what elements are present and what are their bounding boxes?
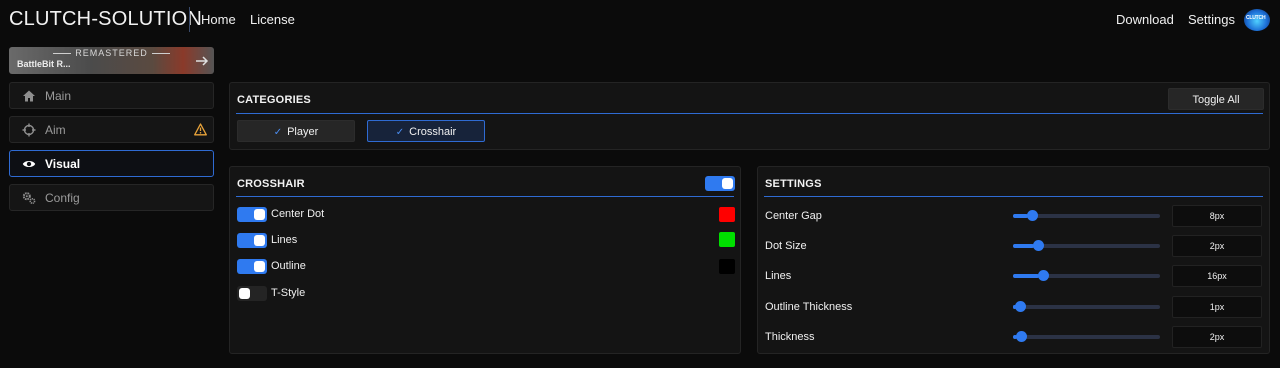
- center-gap-value[interactable]: 8px: [1172, 205, 1262, 227]
- center-dot-toggle[interactable]: [237, 207, 267, 222]
- check-icon: ✓: [395, 127, 405, 138]
- sidebar-item-label: Config: [45, 191, 80, 205]
- toggle-knob: [239, 288, 250, 299]
- dot-size-value[interactable]: 2px: [1172, 235, 1262, 257]
- slider-thumb[interactable]: [1026, 210, 1038, 221]
- slider-fill: [1013, 274, 1040, 278]
- toggle-knob: [722, 178, 733, 189]
- outline-color-swatch[interactable]: [719, 259, 735, 274]
- toggle-knob: [254, 209, 265, 220]
- toggle-knob: [254, 261, 265, 272]
- outline-label: Outline: [271, 260, 306, 272]
- slider-thumb[interactable]: [1038, 270, 1050, 281]
- sidebar-item-label: Main: [45, 89, 72, 103]
- categories-panel: CATEGORIES Toggle All ✓ Player ✓ Crosshair: [229, 82, 1270, 150]
- slider-thumb[interactable]: [1014, 301, 1026, 312]
- lines-length-label: Lines: [765, 270, 792, 282]
- t-style-label: T-Style: [271, 287, 306, 299]
- sidebar-item-label: Aim: [45, 123, 66, 137]
- toggle-all-button[interactable]: Toggle All: [1168, 88, 1264, 110]
- nav-home-link[interactable]: Home: [201, 12, 236, 27]
- thickness-value[interactable]: 2px: [1172, 326, 1262, 348]
- crosshair-enable-toggle[interactable]: [705, 176, 735, 191]
- outline-toggle[interactable]: [237, 259, 267, 274]
- game-banner-text: REMASTERED: [9, 48, 214, 58]
- categories-divider: [236, 113, 1263, 114]
- dot-size-slider[interactable]: [1013, 240, 1160, 251]
- top-bar: CLUTCH-SOLUTION Home License Download Se…: [0, 0, 1280, 38]
- warning-icon: [194, 123, 207, 136]
- crosshair-title: CROSSHAIR: [237, 178, 305, 190]
- sidebar-item-label: Visual: [45, 157, 81, 171]
- tab-label: Player: [287, 126, 319, 138]
- brand-title: CLUTCH-SOLUTION: [9, 8, 203, 30]
- slider-fill: [1013, 244, 1034, 248]
- crosshair-icon: [22, 123, 36, 137]
- avatar-logo: CLUTCH: [1246, 15, 1266, 21]
- outline-thickness-slider[interactable]: [1013, 301, 1160, 312]
- lines-length-value[interactable]: 16px: [1172, 265, 1262, 287]
- nav-download-link[interactable]: Download: [1116, 12, 1174, 27]
- crosshair-panel: CROSSHAIR Center Dot Lines Outline T-Sty…: [229, 166, 741, 354]
- outline-thickness-value[interactable]: 1px: [1172, 296, 1262, 318]
- settings-panel: SETTINGS Center Gap 8px Dot Size 2px Lin…: [757, 166, 1270, 354]
- game-selector-card[interactable]: REMASTERED BattleBit R...: [9, 47, 214, 74]
- center-dot-label: Center Dot: [271, 208, 325, 220]
- center-gap-slider[interactable]: [1013, 210, 1160, 221]
- nav-license-link[interactable]: License: [250, 12, 295, 27]
- sidebar-item-visual[interactable]: Visual: [9, 150, 214, 177]
- outline-thickness-label: Outline Thickness: [765, 301, 853, 313]
- settings-divider: [764, 196, 1263, 197]
- settings-title: SETTINGS: [765, 178, 822, 190]
- lines-color-swatch[interactable]: [719, 232, 735, 247]
- arrow-right-icon[interactable]: [194, 54, 210, 68]
- avatar[interactable]: CLUTCH: [1244, 9, 1270, 31]
- dot-size-label: Dot Size: [765, 240, 807, 252]
- lines-label: Lines: [271, 234, 298, 246]
- gears-icon: [22, 192, 36, 205]
- sidebar-item-aim[interactable]: Aim: [9, 116, 214, 143]
- tab-player[interactable]: ✓ Player: [237, 120, 355, 142]
- eye-icon: [22, 161, 36, 167]
- thickness-label: Thickness: [765, 331, 815, 343]
- center-gap-label: Center Gap: [765, 210, 822, 222]
- tab-crosshair[interactable]: ✓ Crosshair: [367, 120, 485, 142]
- slider-fill: [1013, 214, 1028, 218]
- check-icon: ✓: [273, 127, 283, 138]
- sidebar-item-config[interactable]: Config: [9, 184, 214, 211]
- tab-label: Crosshair: [409, 126, 457, 138]
- brand-divider: [189, 7, 190, 32]
- categories-title: CATEGORIES: [237, 94, 311, 106]
- home-icon: [23, 90, 35, 102]
- lines-length-slider[interactable]: [1013, 270, 1160, 281]
- lines-toggle[interactable]: [237, 233, 267, 248]
- game-name: BattleBit R...: [17, 59, 71, 69]
- nav-settings-link[interactable]: Settings: [1188, 12, 1235, 27]
- toggle-knob: [254, 235, 265, 246]
- slider-thumb[interactable]: [1032, 240, 1044, 251]
- center-dot-color-swatch[interactable]: [719, 207, 735, 222]
- t-style-toggle[interactable]: [237, 286, 267, 301]
- slider-thumb[interactable]: [1016, 331, 1028, 342]
- thickness-slider[interactable]: [1013, 331, 1160, 342]
- sidebar-item-main[interactable]: Main: [9, 82, 214, 109]
- crosshair-divider: [236, 196, 734, 197]
